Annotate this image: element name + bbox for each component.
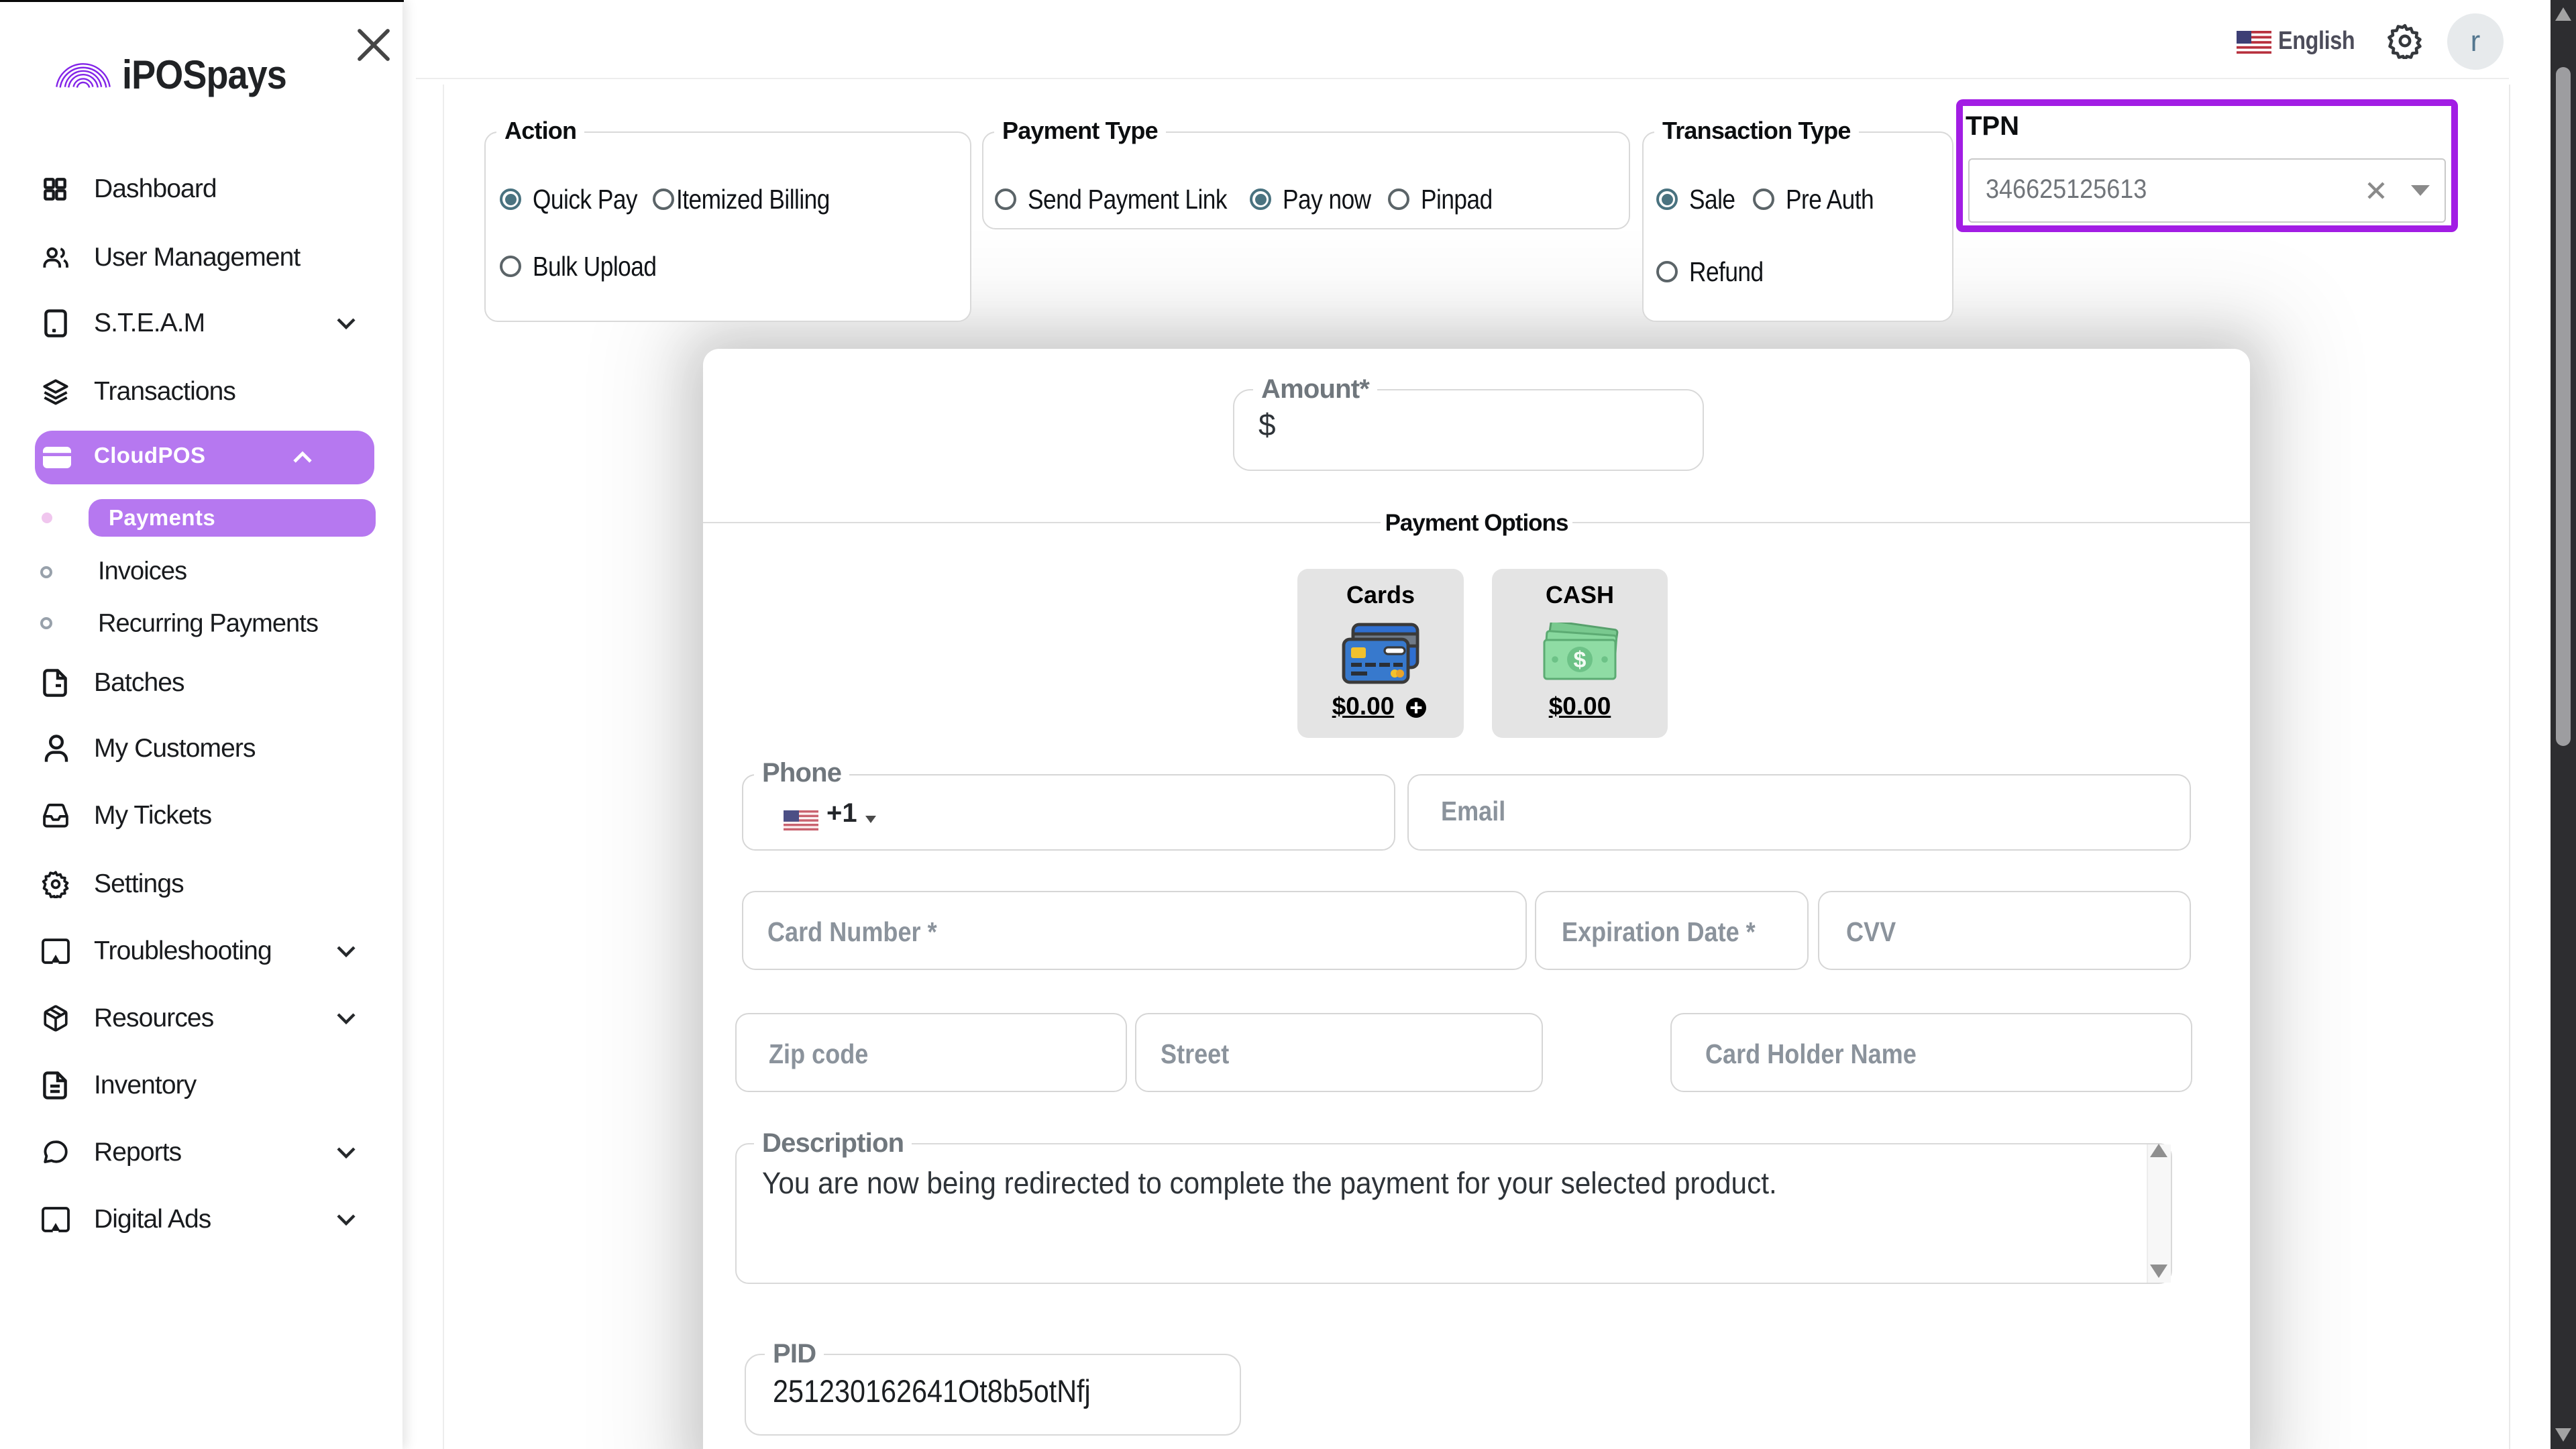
svg-text:$: $ xyxy=(1574,647,1587,673)
